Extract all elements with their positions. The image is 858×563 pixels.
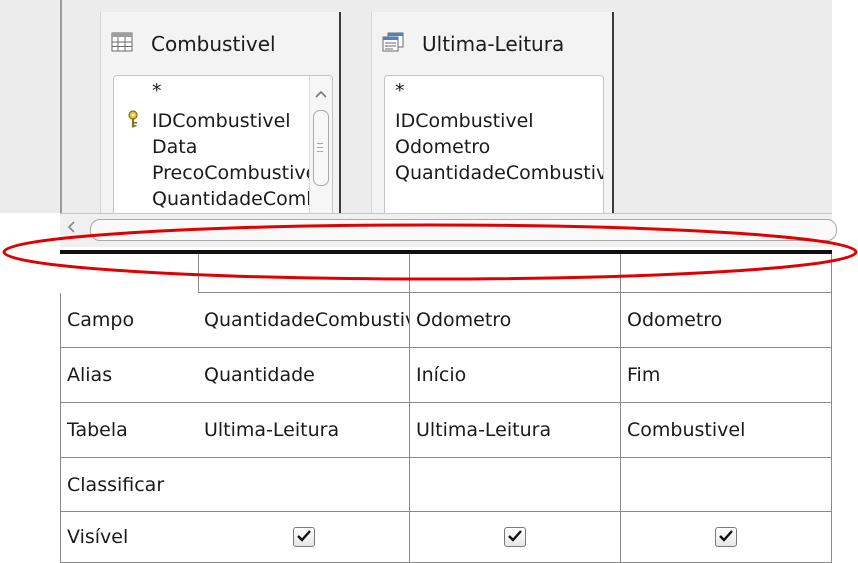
field-odometro[interactable]: Odometro bbox=[395, 136, 490, 158]
row-header-campo: Campo bbox=[60, 293, 199, 348]
table-design-area: Combustivel * IDCombustivel Data PrecoCo… bbox=[0, 0, 832, 213]
table-title-ultima-leitura: Ultima-Leitura bbox=[422, 32, 565, 56]
checkbox-checked-icon[interactable] bbox=[504, 527, 526, 547]
cell-tabela-1[interactable]: Ultima-Leitura bbox=[198, 403, 410, 458]
field-list-combustivel[interactable]: * IDCombustivel Data PrecoCombustivel Qu… bbox=[113, 75, 333, 213]
cell-tabela-3[interactable]: Combustivel bbox=[621, 403, 832, 458]
table-icon bbox=[111, 32, 133, 52]
column-header-1[interactable] bbox=[198, 254, 410, 293]
table-title-combustivel: Combustivel bbox=[151, 32, 276, 56]
scroll-thumb[interactable] bbox=[313, 110, 329, 186]
column-header-2[interactable] bbox=[410, 254, 621, 293]
field-precocombustivel[interactable]: PrecoCombustivel bbox=[152, 162, 323, 184]
cell-campo-1[interactable]: QuantidadeCombustivel bbox=[198, 293, 410, 348]
cell-campo-3[interactable]: Odometro bbox=[621, 293, 832, 348]
query-icon bbox=[382, 32, 404, 52]
row-header-classificar: Classificar bbox=[60, 458, 199, 512]
cell-visivel-1[interactable] bbox=[198, 512, 410, 563]
field-data[interactable]: Data bbox=[152, 136, 197, 158]
key-icon bbox=[128, 110, 138, 128]
checkbox-checked-icon[interactable] bbox=[292, 527, 315, 547]
scroll-up-icon[interactable] bbox=[315, 90, 327, 98]
design-horizontal-scrollbar[interactable] bbox=[60, 213, 837, 247]
scroll-left-icon[interactable] bbox=[66, 220, 76, 234]
row-header-alias: Alias bbox=[60, 348, 199, 403]
row-header-visivel: Visível bbox=[60, 512, 199, 563]
cell-alias-2[interactable]: Início bbox=[410, 348, 621, 403]
cell-tabela-2[interactable]: Ultima-Leitura bbox=[410, 403, 621, 458]
cell-visivel-3[interactable] bbox=[621, 512, 832, 563]
horizontal-scroll-thumb[interactable] bbox=[90, 219, 837, 241]
cell-alias-3[interactable]: Fim bbox=[621, 348, 832, 403]
checkbox-checked-icon[interactable] bbox=[715, 527, 737, 547]
table-window-ultima-leitura[interactable]: Ultima-Leitura * IDCombustivel Odometro … bbox=[371, 12, 614, 213]
field-quantidadecombustivel[interactable]: QuantidadeCombustivel bbox=[395, 162, 603, 184]
cell-classificar-3[interactable] bbox=[621, 458, 832, 512]
field-asterisk[interactable]: * bbox=[395, 80, 405, 102]
field-asterisk[interactable]: * bbox=[152, 80, 162, 102]
design-area-left-border bbox=[60, 0, 62, 213]
table-window-combustivel[interactable]: Combustivel * IDCombustivel Data PrecoCo… bbox=[100, 12, 341, 213]
row-header-tabela: Tabela bbox=[60, 403, 199, 458]
field-list-scrollbar[interactable] bbox=[309, 76, 332, 213]
cell-alias-1[interactable]: Quantidade bbox=[198, 348, 410, 403]
column-header-3[interactable] bbox=[621, 254, 832, 293]
cell-classificar-2[interactable] bbox=[410, 458, 621, 512]
cell-visivel-2[interactable] bbox=[410, 512, 621, 563]
field-idcombustivel[interactable]: IDCombustivel bbox=[395, 110, 534, 132]
cell-classificar-1[interactable] bbox=[198, 458, 410, 512]
cell-campo-2[interactable]: Odometro bbox=[410, 293, 621, 348]
field-idcombustivel[interactable]: IDCombustivel bbox=[152, 110, 291, 132]
field-list-ultima-leitura[interactable]: * IDCombustivel Odometro QuantidadeCombu… bbox=[384, 75, 604, 213]
field-quantidadecombustivel[interactable]: QuantidadeCombustivel bbox=[152, 188, 332, 210]
